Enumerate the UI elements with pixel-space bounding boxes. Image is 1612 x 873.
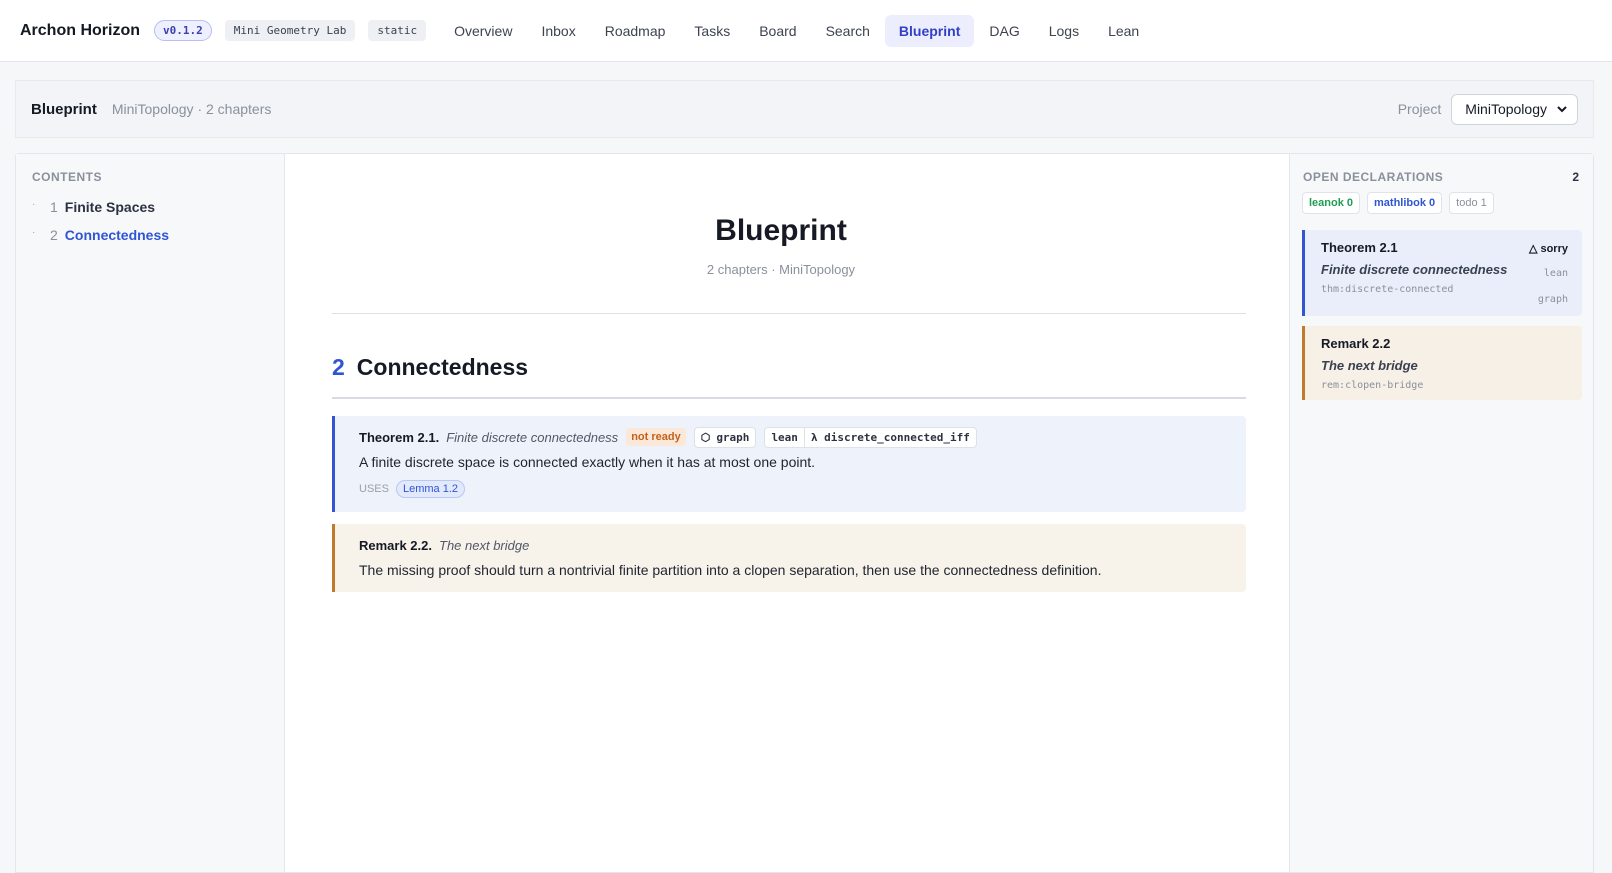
remark-name: The next bridge — [439, 537, 530, 553]
theorem-body: A finite discrete space is connected exa… — [359, 454, 816, 470]
open-decl-card[interactable]: Theorem 2.1 Finite discrete connectednes… — [1302, 230, 1582, 316]
status-badge: not ready — [626, 428, 686, 446]
remark-body: The missing proof should turn a nontrivi… — [359, 562, 1102, 578]
contents-heading: CONTENTS — [32, 170, 102, 184]
open-declarations-sidebar: OPEN DECLARATIONS 2 leanok 0 mathlibok 0… — [1289, 154, 1593, 872]
lean-label: lean — [771, 430, 798, 444]
nav-lean[interactable]: Lean — [1094, 15, 1153, 47]
toc-number: 1 — [50, 199, 58, 215]
remark-kind: Remark 2.2. — [359, 537, 432, 553]
page-title: Blueprint — [31, 100, 97, 118]
nav-logs[interactable]: Logs — [1035, 15, 1093, 47]
nav-dag[interactable]: DAG — [975, 15, 1033, 47]
card-name: Finite discrete connectedness — [1321, 262, 1508, 277]
project-label: Project — [1397, 101, 1442, 117]
uses-label: USES — [359, 483, 389, 495]
page-meta: MiniTopology · 2 chapters — [111, 101, 272, 117]
nav-board[interactable]: Board — [745, 15, 810, 47]
toc-label: Finite Spaces — [64, 199, 156, 215]
toc-item-finite-spaces[interactable]: · 1 Finite Spaces — [32, 198, 156, 216]
open-decl-card[interactable]: Remark 2.2 The next bridge rem:clopen-br… — [1302, 326, 1582, 400]
filter-mathlibok[interactable]: mathlibok 0 — [1367, 192, 1443, 214]
open-declarations-count: 2 — [1572, 170, 1579, 184]
divider — [332, 313, 1246, 314]
status-filters: leanok 0 mathlibok 0 todo 1 — [1302, 192, 1501, 214]
project-select-value: MiniTopology — [1465, 101, 1547, 117]
theorem-block: Theorem 2.1. Finite discrete connectedne… — [332, 416, 1246, 512]
app-brand[interactable]: Archon Horizon — [20, 22, 140, 40]
mode-chip: static — [368, 20, 427, 41]
toc-label: Connectedness — [64, 227, 170, 243]
graph-button[interactable]: ⬡ graph — [693, 426, 757, 448]
document-title: Blueprint — [715, 214, 847, 247]
top-nav-bar: Archon Horizon v0.1.2 Mini Geometry Lab … — [0, 0, 1612, 62]
bullet-icon: · — [32, 226, 36, 238]
chapter-heading: 2 Connectedness — [332, 354, 528, 381]
filter-leanok[interactable]: leanok 0 — [1302, 192, 1361, 214]
nav-roadmap[interactable]: Roadmap — [591, 15, 680, 47]
nav-overview[interactable]: Overview — [440, 15, 526, 47]
toc-number: 2 — [50, 227, 58, 243]
nav-search[interactable]: Search — [812, 15, 884, 47]
nav-inbox[interactable]: Inbox — [527, 15, 589, 47]
contents-sidebar: CONTENTS · 1 Finite Spaces · 2 Connected… — [16, 154, 285, 872]
chapter-number: 2 — [332, 354, 345, 380]
card-name: The next bridge — [1321, 358, 1418, 373]
blueprint-panel: CONTENTS · 1 Finite Spaces · 2 Connected… — [15, 153, 1594, 873]
theorem-name: Finite discrete connectedness — [446, 429, 619, 445]
main-nav: Overview Inbox Roadmap Tasks Board Searc… — [440, 14, 1154, 47]
hexagon-icon: ⬡ — [700, 430, 711, 444]
document-subtitle: 2 chapters · MiniTopology — [706, 262, 856, 277]
card-label: thm:discrete-connected — [1321, 284, 1454, 295]
card-lean-link[interactable]: lean — [1544, 268, 1568, 279]
divider — [332, 397, 1246, 399]
card-kind: Remark 2.2 — [1321, 336, 1391, 351]
bullet-icon: · — [32, 198, 36, 210]
project-select[interactable]: MiniTopology — [1451, 93, 1578, 125]
card-label: rem:clopen-bridge — [1321, 380, 1424, 391]
workspace-chip: Mini Geometry Lab — [224, 20, 356, 41]
chapter-title: Connectedness — [356, 354, 529, 380]
theorem-kind: Theorem 2.1. — [359, 429, 440, 445]
version-badge: v0.1.2 — [154, 20, 212, 41]
uses-link-lemma[interactable]: Lemma 1.2 — [395, 480, 465, 498]
blueprint-document: Blueprint 2 chapters · MiniTopology 2 Con… — [316, 154, 1246, 872]
lean-decl-link[interactable]: lean λ discrete_connected_iff — [764, 426, 977, 448]
chevron-down-icon — [1557, 106, 1567, 113]
card-graph-link[interactable]: graph — [1538, 294, 1568, 305]
page-header: Blueprint MiniTopology · 2 chapters Proj… — [15, 80, 1594, 138]
nav-tasks[interactable]: Tasks — [680, 15, 744, 47]
lean-decl-name: λ discrete_connected_iff — [803, 427, 976, 447]
filter-todo[interactable]: todo 1 — [1449, 192, 1494, 214]
open-declarations-heading: OPEN DECLARATIONS — [1303, 170, 1444, 184]
toc-item-connectedness[interactable]: · 2 Connectedness — [32, 226, 170, 244]
remark-block: Remark 2.2. The next bridge The missing … — [332, 524, 1246, 592]
graph-label: graph — [716, 430, 750, 444]
uses-row: USES Lemma 1.2 — [359, 480, 1246, 498]
sorry-badge: △ sorry — [1528, 243, 1568, 255]
nav-blueprint[interactable]: Blueprint — [884, 14, 975, 47]
